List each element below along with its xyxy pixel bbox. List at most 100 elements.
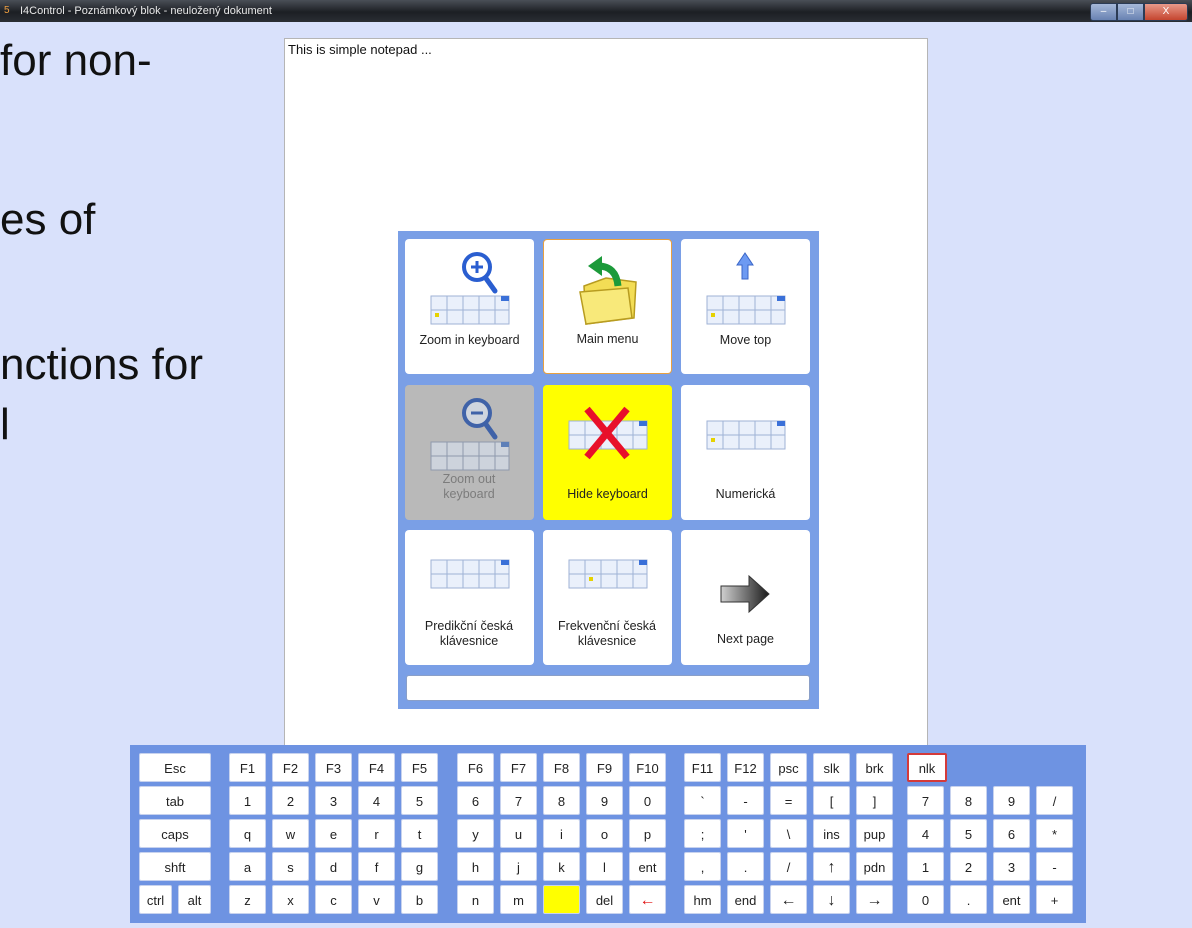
key-ctrl[interactable]: ctrl (139, 885, 172, 914)
key-e28691[interactable]: ↑ (813, 852, 850, 881)
key-.[interactable]: . (950, 885, 987, 914)
key-4[interactable]: 4 (907, 819, 944, 848)
key-1[interactable]: 1 (229, 786, 266, 815)
key-0[interactable]: 0 (629, 786, 666, 815)
key-r[interactable]: r (358, 819, 395, 848)
key-l[interactable]: l (586, 852, 623, 881)
key-j[interactable]: j (500, 852, 537, 881)
key-hm[interactable]: hm (684, 885, 721, 914)
key-pup[interactable]: pup (856, 819, 893, 848)
key-e28692[interactable]: → (856, 885, 893, 914)
key-9[interactable]: 9 (586, 786, 623, 815)
key-t[interactable]: t (401, 819, 438, 848)
move-top-tile[interactable]: Move top (681, 239, 810, 374)
key-s[interactable]: s (272, 852, 309, 881)
main-menu-tile[interactable]: Main menu (543, 239, 672, 374)
key-m[interactable]: m (500, 885, 537, 914)
key-end[interactable]: end (727, 885, 764, 914)
key-3b[interactable]: ; (684, 819, 721, 848)
key-v[interactable]: v (358, 885, 395, 914)
next-page-tile[interactable]: Next page (681, 530, 810, 665)
key-o[interactable]: o (586, 819, 623, 848)
key-ent[interactable]: ent (629, 852, 666, 881)
key-9[interactable]: 9 (993, 786, 1030, 815)
key-a[interactable]: a (229, 852, 266, 881)
key-e28693[interactable]: ↓ (813, 885, 850, 914)
key-u[interactable]: u (500, 819, 537, 848)
key-slk[interactable]: slk (813, 753, 850, 782)
key-p[interactable]: p (629, 819, 666, 848)
key-brk[interactable]: brk (856, 753, 893, 782)
key-6[interactable]: 6 (993, 819, 1030, 848)
key-f6[interactable]: F6 (457, 753, 494, 782)
key-f10[interactable]: F10 (629, 753, 666, 782)
key-b[interactable]: b (401, 885, 438, 914)
key-nlk[interactable]: nlk (907, 753, 947, 782)
key-5b[interactable]: [ (813, 786, 850, 815)
key-k[interactable]: k (543, 852, 580, 881)
key-y[interactable]: y (457, 819, 494, 848)
key-e[interactable]: e (315, 819, 352, 848)
key-f1[interactable]: F1 (229, 753, 266, 782)
key-highlighted[interactable] (543, 885, 580, 914)
key-f3[interactable]: F3 (315, 753, 352, 782)
key-ent[interactable]: ent (993, 885, 1030, 914)
key-c[interactable]: c (315, 885, 352, 914)
key-60[interactable]: ` (684, 786, 721, 815)
numeric-keyboard-tile[interactable]: Numerická (681, 385, 810, 520)
key-w[interactable]: w (272, 819, 309, 848)
key-del[interactable]: del (586, 885, 623, 914)
key-1[interactable]: 1 (907, 852, 944, 881)
key-q[interactable]: q (229, 819, 266, 848)
key-d[interactable]: d (315, 852, 352, 881)
key-f4[interactable]: F4 (358, 753, 395, 782)
key-8[interactable]: 8 (543, 786, 580, 815)
key-f12[interactable]: F12 (727, 753, 764, 782)
key-4[interactable]: 4 (358, 786, 395, 815)
key-8[interactable]: 8 (950, 786, 987, 815)
maximize-button[interactable]: □ (1117, 3, 1144, 21)
key-tab[interactable]: tab (139, 786, 211, 815)
predictive-keyboard-tile[interactable]: Predikční česká klávesnice (405, 530, 534, 665)
key-f11[interactable]: F11 (684, 753, 721, 782)
hide-keyboard-tile[interactable]: Hide keyboard (543, 385, 672, 520)
key-pdn[interactable]: pdn (856, 852, 893, 881)
key-3d[interactable]: = (770, 786, 807, 815)
key-i[interactable]: i (543, 819, 580, 848)
frequency-keyboard-tile[interactable]: Frekvenční česká klávesnice (543, 530, 672, 665)
key-5d[interactable]: ] (856, 786, 893, 815)
key-f9[interactable]: F9 (586, 753, 623, 782)
key-shft[interactable]: shft (139, 852, 211, 881)
key-ins[interactable]: ins (813, 819, 850, 848)
key-2[interactable]: 2 (272, 786, 309, 815)
key-5[interactable]: 5 (401, 786, 438, 815)
key-2c[interactable]: , (684, 852, 721, 881)
key-5c[interactable]: \ (770, 819, 807, 848)
key-3[interactable]: 3 (315, 786, 352, 815)
key-.[interactable]: . (727, 852, 764, 881)
key--[interactable]: - (727, 786, 764, 815)
key-5[interactable]: 5 (950, 819, 987, 848)
key-3[interactable]: 3 (993, 852, 1030, 881)
key-f8[interactable]: F8 (543, 753, 580, 782)
key--[interactable]: - (1036, 852, 1073, 881)
key-6[interactable]: 6 (457, 786, 494, 815)
key-x[interactable]: x (272, 885, 309, 914)
key-f2[interactable]: F2 (272, 753, 309, 782)
key-esc[interactable]: Esc (139, 753, 211, 782)
key-h[interactable]: h (457, 852, 494, 881)
key-7[interactable]: 7 (907, 786, 944, 815)
key-'[interactable]: ' (727, 819, 764, 848)
zoom-out-keyboard-tile[interactable]: Zoom out keyboard (405, 385, 534, 520)
close-button[interactable]: X (1144, 3, 1188, 21)
key-f7[interactable]: F7 (500, 753, 537, 782)
key-2b[interactable]: + (1036, 885, 1073, 914)
key-2f[interactable]: / (1036, 786, 1073, 815)
key-backspace[interactable]: ← (629, 885, 666, 914)
key-0[interactable]: 0 (907, 885, 944, 914)
key-f5[interactable]: F5 (401, 753, 438, 782)
key-caps[interactable]: caps (139, 819, 211, 848)
key-psc[interactable]: psc (770, 753, 807, 782)
zoom-in-keyboard-tile[interactable]: Zoom in keyboard (405, 239, 534, 374)
key-n[interactable]: n (457, 885, 494, 914)
